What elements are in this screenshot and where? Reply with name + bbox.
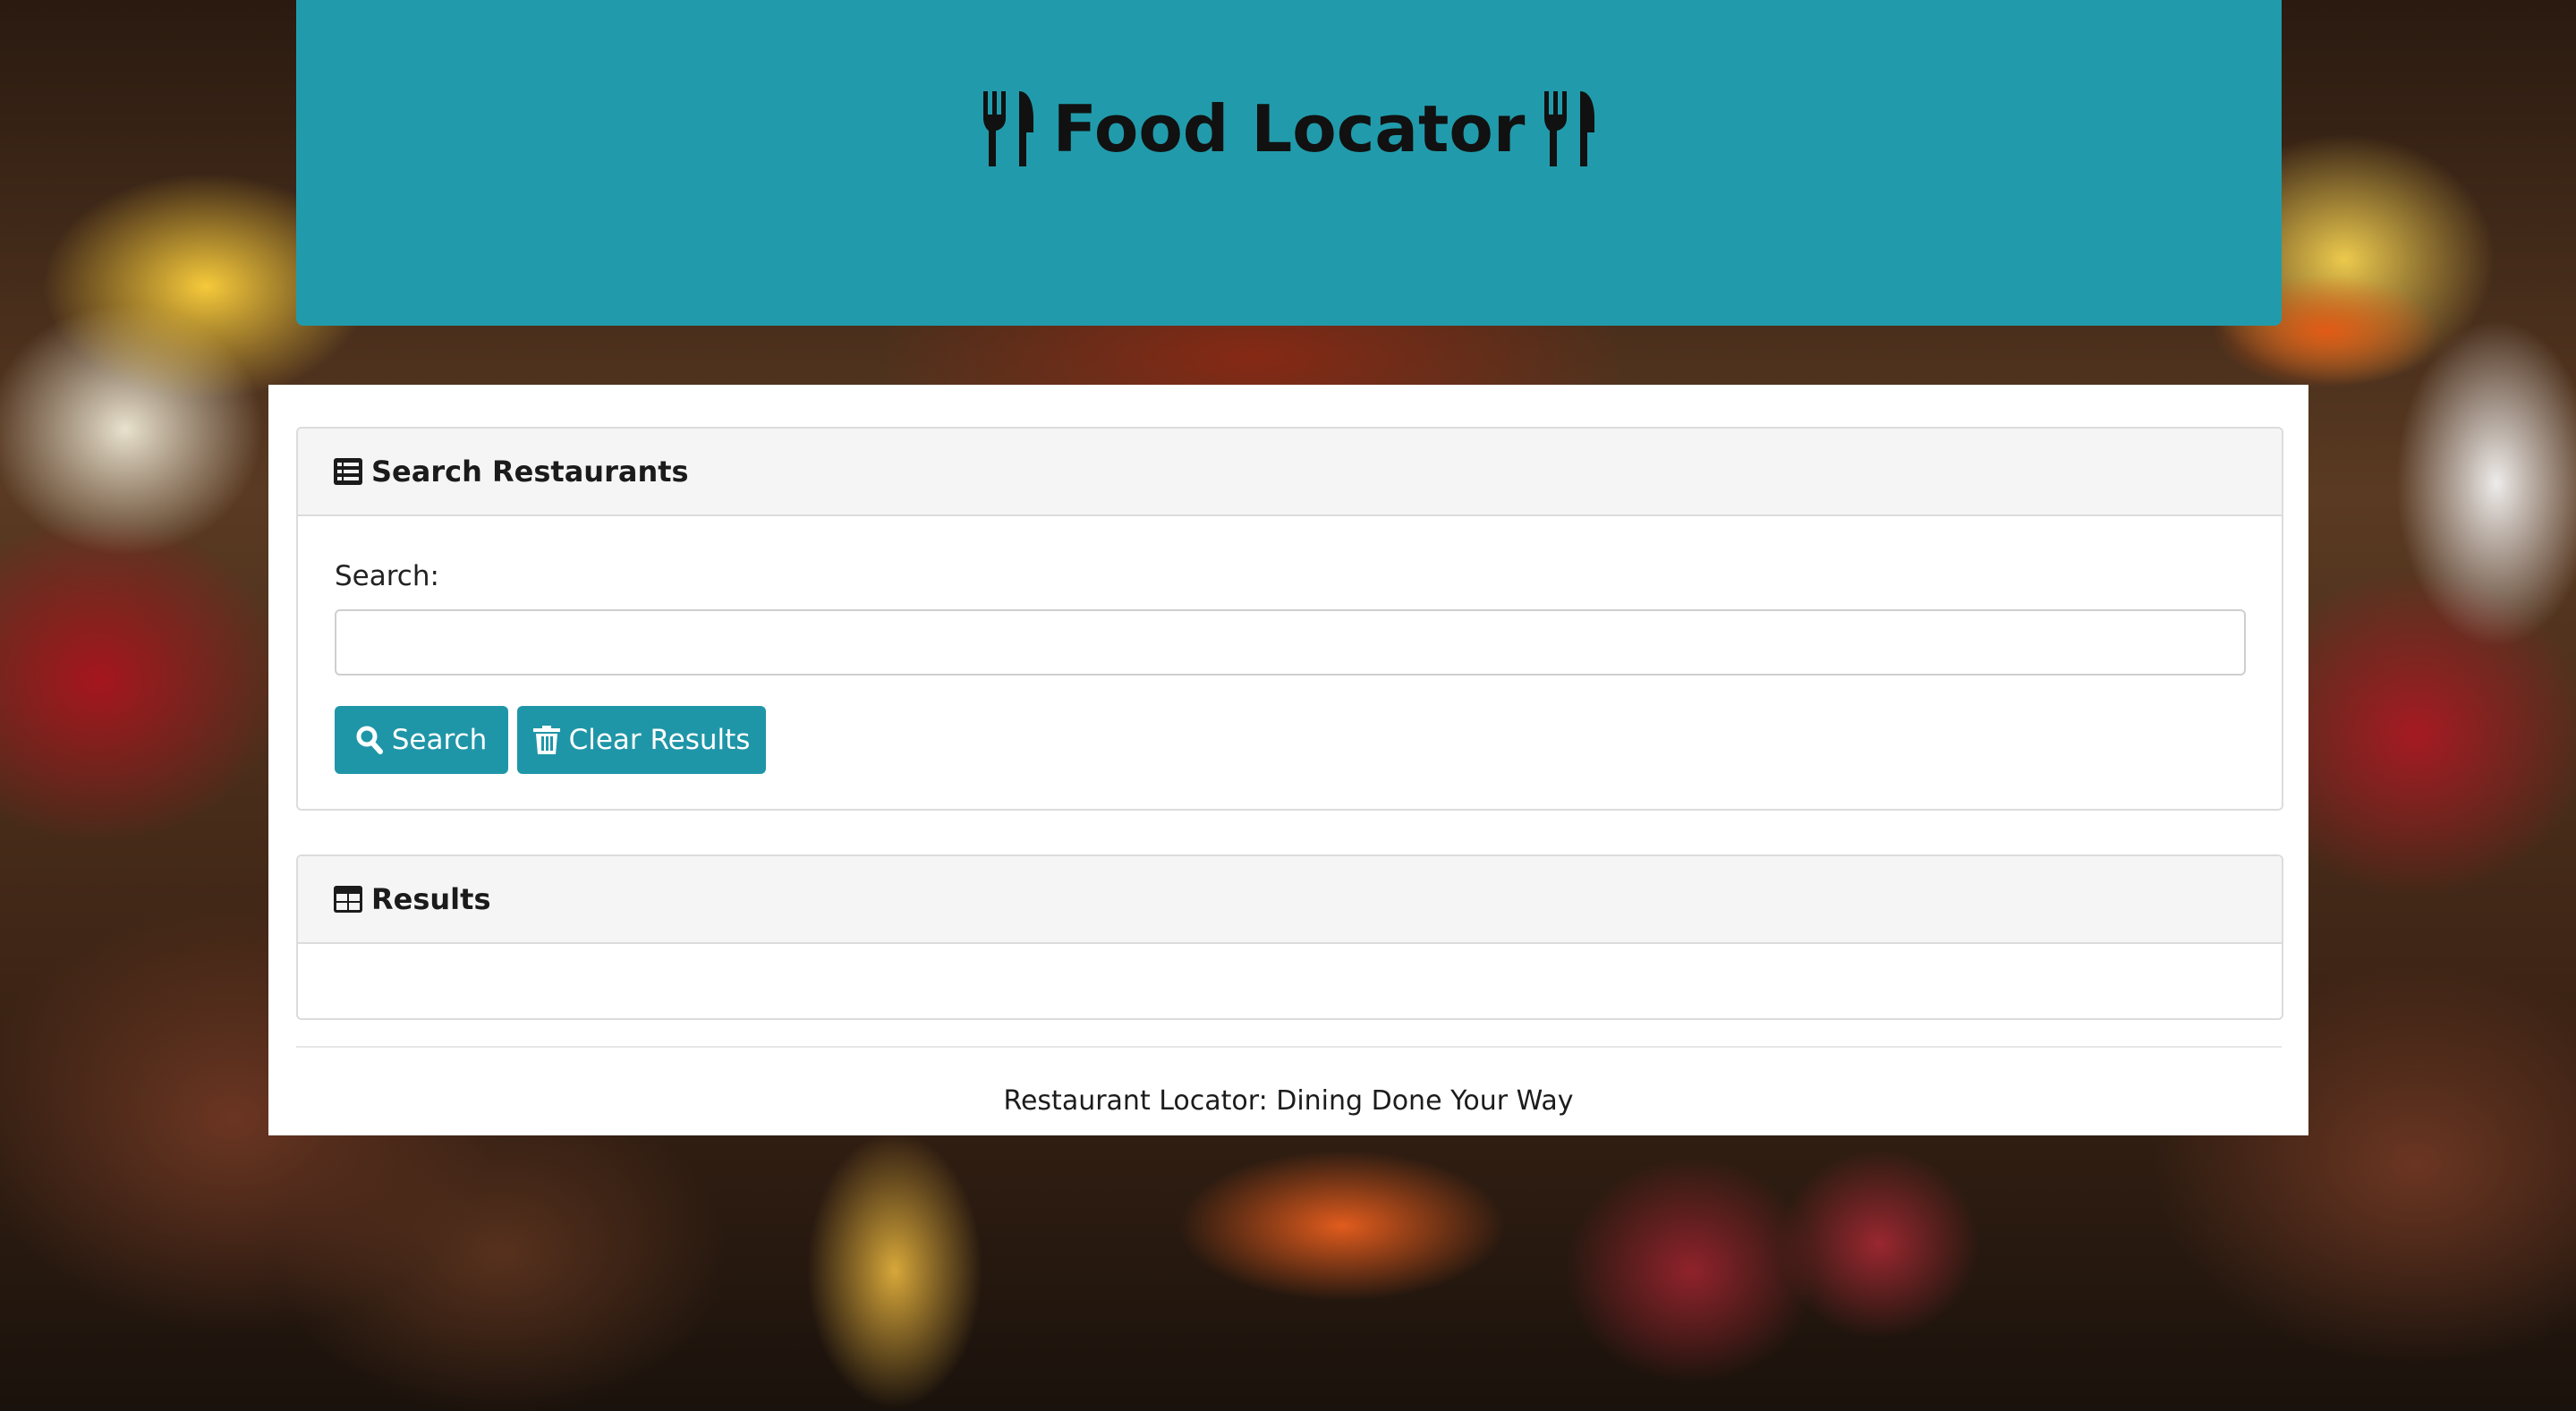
results-card: Results <box>296 854 2283 1020</box>
search-input[interactable] <box>335 609 2246 676</box>
footer-divider <box>296 1046 2282 1048</box>
search-button[interactable]: Search <box>335 706 508 774</box>
page-title-row: Food Locator <box>980 91 1599 166</box>
table-icon <box>334 886 362 913</box>
page-title: Food Locator <box>1052 91 1526 166</box>
trash-icon <box>532 726 560 754</box>
results-card-title: Results <box>371 882 491 916</box>
header-banner: Food Locator <box>296 0 2282 326</box>
search-icon <box>356 726 383 754</box>
search-card-header: Search Restaurants <box>298 429 2282 516</box>
search-card-title: Search Restaurants <box>371 455 689 489</box>
search-card: Search Restaurants Search: Search Clear … <box>296 427 2283 811</box>
footer-text: Restaurant Locator: Dining Done Your Way <box>1003 1085 1574 1117</box>
utensils-icon <box>1541 91 1598 166</box>
search-button-label: Search <box>391 724 488 756</box>
results-card-header: Results <box>298 856 2282 944</box>
list-icon <box>334 458 362 485</box>
clear-results-button[interactable]: Clear Results <box>517 706 766 774</box>
search-label: Search: <box>335 560 439 592</box>
clear-results-button-label: Clear Results <box>568 724 751 756</box>
utensils-icon <box>980 91 1037 166</box>
main-content: Search Restaurants Search: Search Clear … <box>268 385 2308 1135</box>
